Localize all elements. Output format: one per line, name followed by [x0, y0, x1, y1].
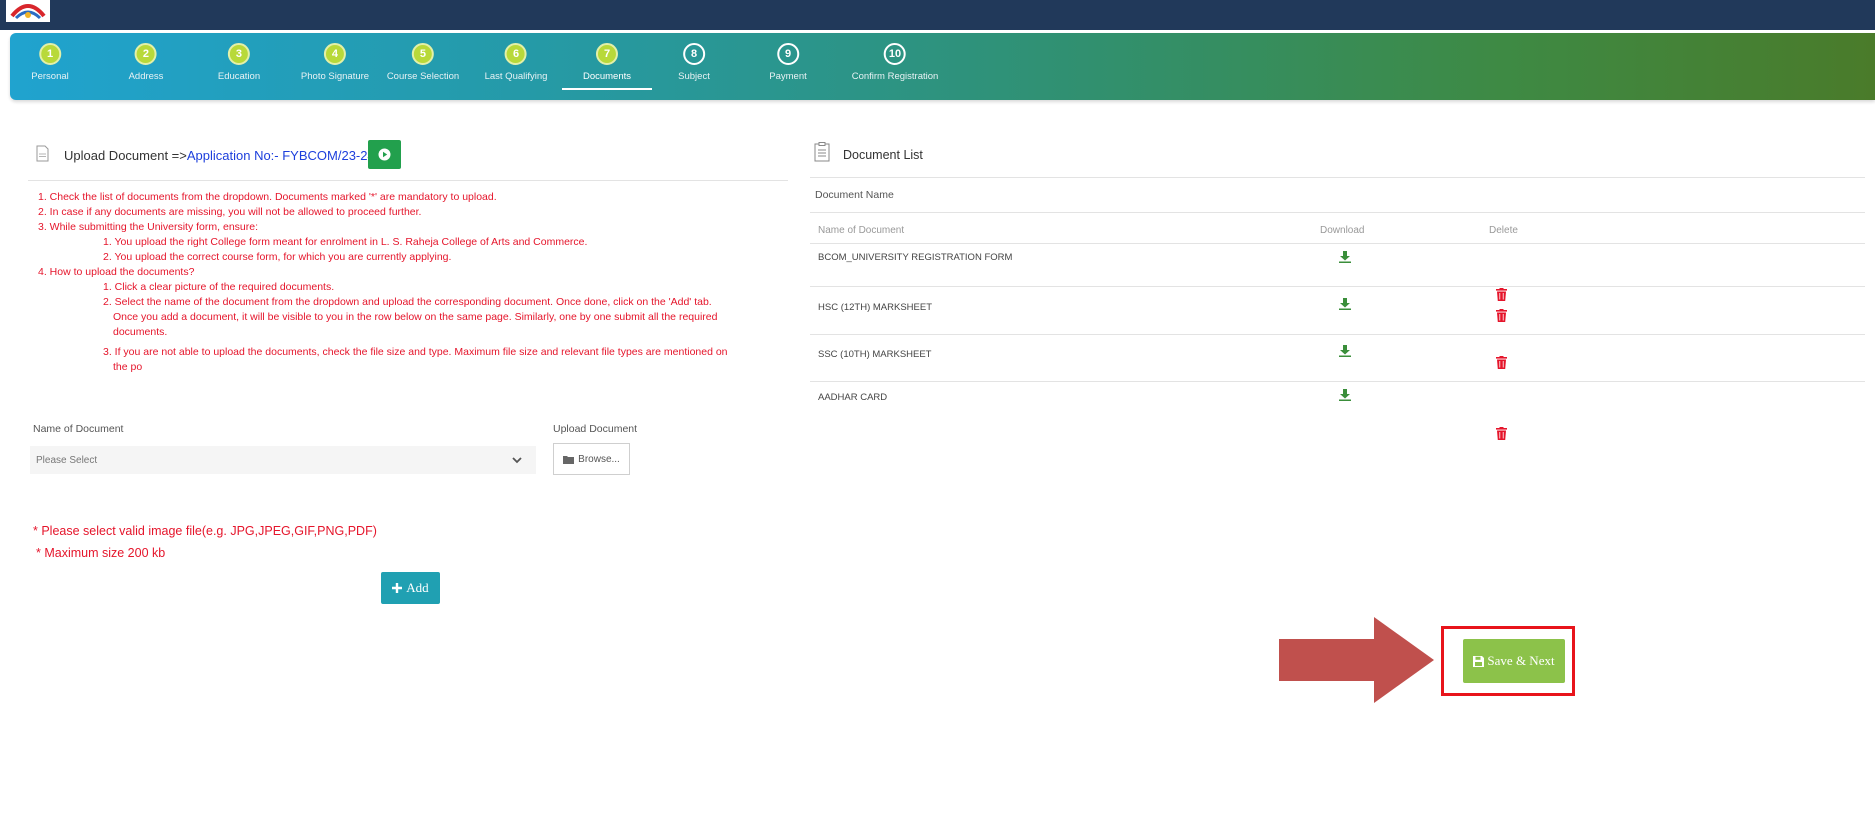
instruction-line: documents.: [113, 326, 168, 338]
browse-button[interactable]: Browse...: [553, 443, 630, 475]
file-type-note: * Please select valid image file(e.g. JP…: [33, 524, 377, 538]
step-number: 7: [596, 43, 618, 65]
document-row-name: AADHAR CARD: [818, 392, 888, 403]
document-icon: [36, 145, 49, 162]
save-and-next-label: Save & Next: [1487, 653, 1555, 668]
add-button[interactable]: Add: [381, 572, 440, 604]
divider: [810, 177, 1865, 178]
step-subject[interactable]: 8 Subject: [678, 33, 710, 100]
step-number: 5: [411, 43, 434, 65]
document-select[interactable]: Please Select: [30, 446, 536, 474]
instruction-line: 2. You upload the correct course form, f…: [103, 251, 452, 263]
divider: [810, 243, 1865, 244]
step-label: Education: [217, 71, 261, 82]
step-number: 2: [134, 43, 157, 65]
step-confirm-registration[interactable]: 10 Confirm Registration: [851, 33, 939, 100]
trash-icon[interactable]: [1496, 288, 1507, 301]
instruction-line: the po: [113, 361, 143, 373]
step-last-qualifying[interactable]: 6 Last Qualifying: [484, 33, 548, 100]
step-number: 8: [683, 43, 705, 65]
instruction-line: 1. Click a clear picture of the required…: [103, 281, 335, 293]
browse-label: Browse...: [578, 453, 620, 465]
column-header-name: Name of Document: [818, 225, 905, 236]
play-button[interactable]: [368, 140, 401, 169]
divider: [810, 212, 1865, 213]
divider: [810, 334, 1865, 335]
step-course-selection[interactable]: 5 Course Selection: [387, 33, 459, 100]
column-header-download: Download: [1320, 225, 1365, 236]
divider: [810, 381, 1865, 382]
document-row-name: BCOM_UNIVERSITY REGISTRATION FORM: [818, 252, 1013, 263]
file-size-note: * Maximum size 200 kb: [36, 546, 166, 560]
step-label: Personal: [31, 71, 69, 82]
name-of-document-label: Name of Document: [33, 423, 124, 435]
upload-title: Upload Document =>Application No:- FYBCO…: [64, 148, 386, 163]
download-icon[interactable]: [1339, 345, 1351, 357]
instruction-line: 2. Select the name of the document from …: [103, 296, 712, 308]
plus-icon: [392, 583, 403, 593]
instruction-line: 2. In case if any documents are missing,…: [38, 206, 422, 218]
step-label: Confirm Registration: [851, 71, 939, 82]
step-number: 9: [777, 43, 799, 65]
download-icon[interactable]: [1339, 298, 1351, 310]
upload-document-label: Upload Document: [553, 423, 638, 435]
chevron-down-icon: [512, 457, 522, 464]
instruction-line: 4. How to upload the documents?: [38, 266, 195, 278]
step-photo-signature[interactable]: 4 Photo Signature: [301, 33, 369, 100]
save-and-next-button[interactable]: Save & Next: [1463, 639, 1565, 683]
step-personal[interactable]: 1 Personal: [31, 33, 69, 100]
step-label: Address: [128, 71, 164, 82]
step-label: Course Selection: [386, 71, 460, 82]
document-list-title: Document List: [843, 148, 923, 162]
download-icon[interactable]: [1339, 389, 1351, 401]
instruction-line: Once you add a document, it will be visi…: [113, 311, 718, 323]
arrow-right-icon: [1279, 617, 1434, 703]
instruction-line: 3. If you are not able to upload the doc…: [103, 346, 728, 358]
registration-stepper: 1 Personal 2 Address 3 Education 4 Photo…: [10, 33, 1875, 100]
document-row-name: HSC (12TH) MARKSHEET: [818, 302, 933, 313]
trash-icon[interactable]: [1496, 309, 1507, 322]
instruction-line: 1. You upload the right College form mea…: [103, 236, 588, 248]
download-icon[interactable]: [1339, 251, 1351, 263]
step-education[interactable]: 3 Education: [218, 33, 260, 100]
step-label: Photo Signature: [300, 71, 370, 82]
step-number: 4: [323, 43, 346, 65]
step-payment[interactable]: 9 Payment: [769, 33, 807, 100]
top-bar: [0, 0, 1875, 30]
list-icon: [814, 142, 830, 162]
step-number: 10: [884, 43, 906, 65]
logo-icon: [6, 0, 50, 22]
instruction-line: 1. Check the list of documents from the …: [38, 191, 497, 203]
step-label: Last Qualifying: [484, 71, 548, 82]
application-number: Application No:- FYBCOM/23-24/2: [186, 148, 386, 163]
add-label: Add: [406, 580, 429, 595]
step-label: Documents: [582, 71, 632, 82]
column-header-delete: Delete: [1489, 225, 1518, 236]
select-value: Please Select: [36, 454, 98, 466]
document-name-label: Document Name: [815, 189, 894, 201]
active-step-underline: [562, 88, 652, 90]
step-number: 1: [39, 43, 61, 65]
step-address[interactable]: 2 Address: [128, 33, 164, 100]
step-label: Subject: [678, 71, 710, 82]
document-row-name: SSC (10TH) MARKSHEET: [818, 349, 932, 360]
upload-title-prefix: Upload Document =>: [64, 148, 187, 163]
instruction-line: 3. While submitting the University form,…: [38, 221, 258, 233]
step-label: Payment: [769, 71, 807, 82]
folder-icon: [563, 455, 575, 464]
play-icon: [378, 148, 391, 161]
trash-icon[interactable]: [1496, 427, 1507, 440]
floppy-icon: [1473, 655, 1485, 667]
divider: [28, 180, 788, 181]
step-number: 3: [227, 43, 250, 65]
step-number: 6: [505, 43, 527, 65]
trash-icon[interactable]: [1496, 356, 1507, 369]
divider: [810, 286, 1865, 287]
